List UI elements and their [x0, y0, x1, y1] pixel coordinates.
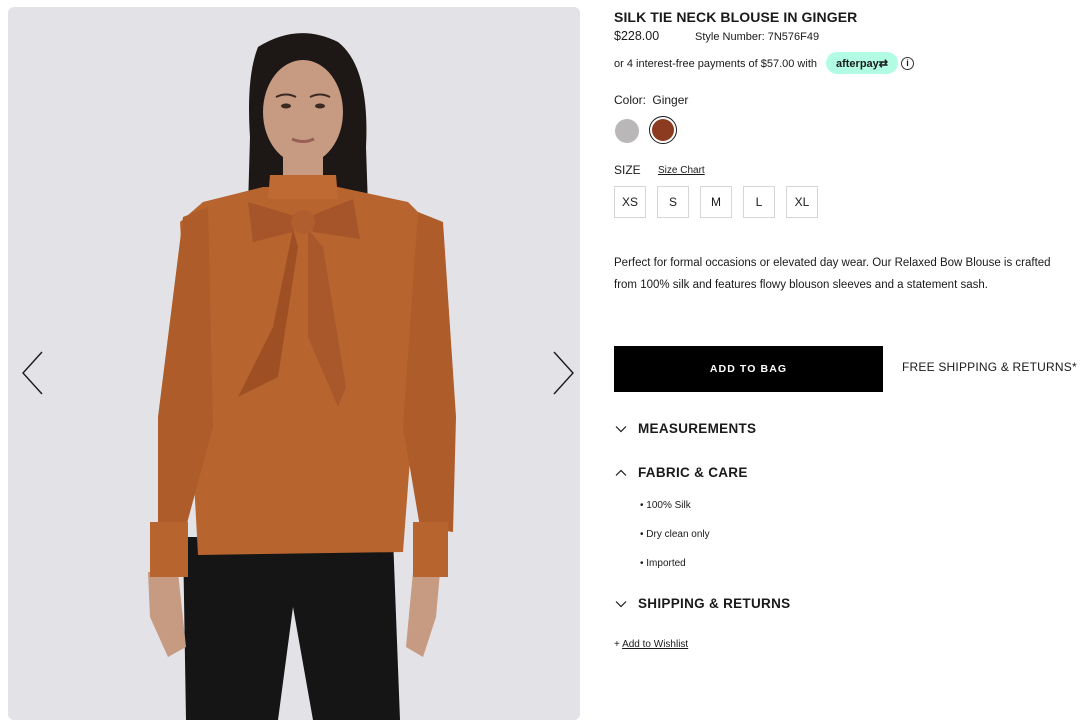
- accordion-fabric-care[interactable]: FABRIC & CARE: [614, 465, 748, 480]
- afterpay-badge[interactable]: afterpay⇄: [826, 52, 898, 74]
- plus-icon: +: [614, 639, 620, 650]
- add-to-bag-button[interactable]: ADD TO BAG: [614, 346, 883, 392]
- product-description: Perfect for formal occasions or elevated…: [614, 257, 1051, 291]
- fabric-care-item: • Imported: [640, 558, 686, 569]
- installments-text: or 4 interest-free payments of $57.00 wi…: [614, 58, 817, 70]
- fabric-care-item: • Dry clean only: [640, 529, 710, 540]
- selected-color-value: Ginger: [652, 93, 689, 107]
- accordion-measurements[interactable]: MEASUREMENTS: [614, 421, 756, 436]
- color-swatch-ginger[interactable]: [649, 116, 677, 144]
- accordion-shipping-returns-label: SHIPPING & RETURNS: [638, 596, 791, 611]
- color-swatch-ginger-fill: [652, 119, 674, 141]
- previous-image-button[interactable]: [18, 349, 48, 397]
- product-image-gallery[interactable]: [8, 7, 580, 720]
- color-label: Color: Ginger: [614, 93, 688, 107]
- free-shipping-text: FREE SHIPPING & RETURNS*: [902, 360, 1077, 374]
- accordion-measurements-label: MEASUREMENTS: [638, 421, 757, 436]
- info-icon[interactable]: i: [901, 57, 914, 70]
- style-number: Style Number: 7N576F49: [695, 31, 820, 43]
- wishlist: + Add to Wishlist: [614, 639, 688, 650]
- product-photo: [148, 33, 456, 720]
- add-to-wishlist-link[interactable]: Add to Wishlist: [622, 639, 688, 650]
- chevron-up-icon: [615, 469, 627, 476]
- size-chart-link[interactable]: Size Chart: [658, 165, 705, 176]
- chevron-right-icon: [553, 351, 574, 395]
- size-button-xs[interactable]: XS: [614, 186, 646, 218]
- size-button-xl[interactable]: XL: [786, 186, 818, 218]
- fabric-care-item: • 100% Silk: [640, 500, 691, 511]
- product-title: SILK TIE NECK BLOUSE IN GINGER: [614, 9, 858, 25]
- size-label: SIZE: [614, 163, 641, 177]
- accordion-shipping-returns[interactable]: SHIPPING & RETURNS: [614, 596, 790, 611]
- chevron-down-icon: [615, 425, 627, 432]
- next-image-button[interactable]: [548, 349, 578, 397]
- product-price: $228.00: [614, 29, 660, 43]
- chevron-left-icon: [22, 351, 43, 395]
- size-button-m[interactable]: M: [700, 186, 732, 218]
- color-label-text: Color:: [614, 93, 647, 107]
- color-swatch-grey[interactable]: [615, 119, 639, 143]
- size-button-l[interactable]: L: [743, 186, 775, 218]
- chevron-down-icon: [615, 600, 627, 607]
- size-button-s[interactable]: S: [657, 186, 689, 218]
- accordion-fabric-care-label: FABRIC & CARE: [638, 465, 748, 480]
